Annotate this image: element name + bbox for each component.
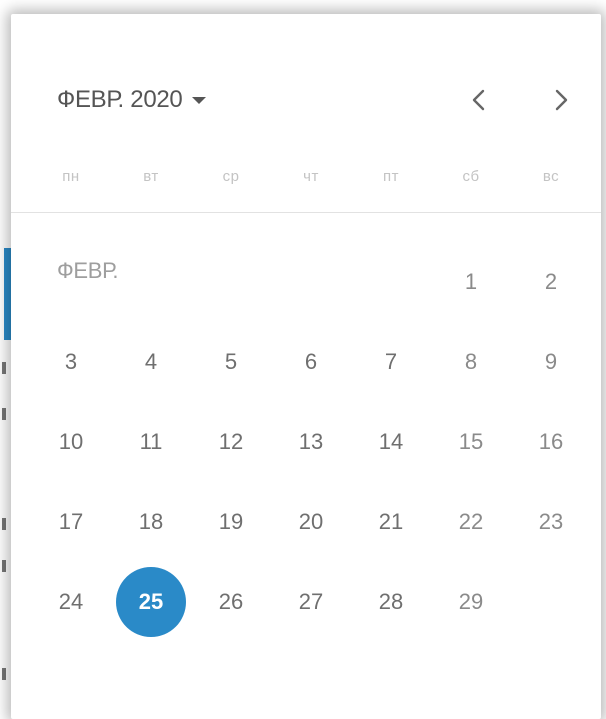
day-number: 17 [58, 509, 84, 534]
day-number: 6 [304, 349, 318, 374]
day-number: 8 [464, 349, 478, 374]
day-number: 21 [378, 509, 404, 534]
day-cell[interactable]: 10 [31, 402, 111, 482]
weekday-label-wed: ср [222, 168, 240, 185]
month-year-selector[interactable]: ФЕВР. 2020 [57, 80, 207, 120]
day-cell[interactable]: 14 [351, 402, 431, 482]
weekday-label-sun: вс [542, 168, 560, 185]
weekday-label-tue: вт [143, 168, 159, 185]
day-number: 25 [116, 567, 186, 637]
day-number: 18 [138, 509, 164, 534]
day-grid: 1 2 3 4 5 6 7 8 9 10 11 12 13 14 15 16 17 18 19 20 21 22 23 24 2… [31, 242, 591, 662]
chevron-right-icon [555, 89, 568, 111]
day-cell[interactable]: 24 [31, 562, 111, 642]
day-number: 5 [224, 349, 238, 374]
header-divider [11, 212, 601, 213]
weekday-label-thu: чт [303, 168, 319, 185]
date-picker-popup: ФЕВР. 2020 пн вт ср чт пт сб вс ФЕВР. 12… [11, 14, 601, 719]
day-number: 11 [139, 429, 163, 454]
day-cell[interactable]: 5 [191, 322, 271, 402]
day-cell[interactable]: 12 [191, 402, 271, 482]
day-cell[interactable]: 13 [271, 402, 351, 482]
day-number: 1 [464, 269, 478, 294]
day-cell[interactable]: 17 [31, 482, 111, 562]
day-number: 13 [298, 429, 324, 454]
day-number: 15 [458, 429, 484, 454]
previous-month-button[interactable] [459, 80, 499, 120]
background-text-fragment [2, 362, 6, 374]
background-text-fragment [2, 668, 6, 680]
day-cell[interactable]: 29 [431, 562, 511, 642]
day-cell[interactable]: 16 [511, 402, 591, 482]
day-cell[interactable]: 2 [511, 242, 591, 322]
next-month-button[interactable] [541, 80, 581, 120]
day-number: 3 [64, 349, 78, 374]
day-cell[interactable]: 7 [351, 322, 431, 402]
background-text-fragment [2, 560, 6, 572]
day-cell[interactable]: 28 [351, 562, 431, 642]
day-number: 7 [384, 349, 398, 374]
day-number: 27 [298, 589, 324, 614]
day-number: 26 [218, 589, 244, 614]
day-number: 10 [58, 429, 84, 454]
background-text-fragment [2, 408, 6, 420]
background-text-fragment [2, 518, 6, 530]
day-cell[interactable]: 11 [111, 402, 191, 482]
day-number: 2 [544, 269, 558, 294]
day-number: 16 [538, 429, 564, 454]
day-cell[interactable]: 1 [431, 242, 511, 322]
day-cell[interactable]: 15 [431, 402, 511, 482]
day-number: 12 [218, 429, 244, 454]
day-number: 22 [458, 509, 484, 534]
day-cell[interactable]: 26 [191, 562, 271, 642]
day-cell[interactable]: 6 [271, 322, 351, 402]
day-number: 14 [378, 429, 404, 454]
day-number: 9 [544, 349, 558, 374]
weekday-header-row: пн вт ср чт пт сб вс [31, 168, 591, 198]
month-year-label: ФЕВР. 2020 [57, 86, 183, 113]
weekday-label-mon: пн [62, 168, 80, 185]
day-cell[interactable]: 9 [511, 322, 591, 402]
date-picker-header: ФЕВР. 2020 пн вт ср чт пт сб вс [11, 14, 601, 185]
day-number: 4 [144, 349, 158, 374]
caret-down-icon [192, 96, 207, 104]
weekday-label-fri: пт [383, 168, 399, 185]
day-cell[interactable]: 18 [111, 482, 191, 562]
day-number: 28 [378, 589, 404, 614]
day-number: 20 [298, 509, 324, 534]
day-number: 24 [58, 589, 84, 614]
day-cell[interactable]: 4 [111, 322, 191, 402]
day-cell[interactable]: 27 [271, 562, 351, 642]
day-cell[interactable]: 8 [431, 322, 511, 402]
selected-day-cell[interactable]: 25 [111, 562, 191, 642]
day-cell[interactable]: 22 [431, 482, 511, 562]
day-cell[interactable]: 21 [351, 482, 431, 562]
day-cell[interactable]: 23 [511, 482, 591, 562]
day-number: 29 [458, 589, 484, 614]
day-number: 19 [218, 509, 244, 534]
day-number: 23 [538, 509, 564, 534]
day-cell[interactable]: 3 [31, 322, 111, 402]
day-cell[interactable]: 19 [191, 482, 271, 562]
day-cell[interactable]: 20 [271, 482, 351, 562]
chevron-left-icon [472, 89, 485, 111]
weekday-label-sat: сб [462, 168, 480, 185]
